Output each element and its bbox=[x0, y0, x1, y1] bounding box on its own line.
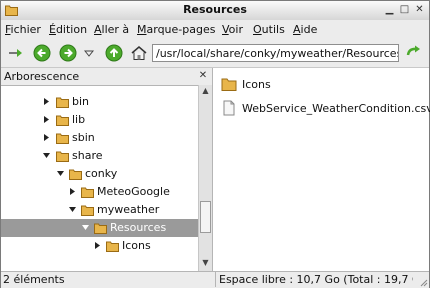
folder-open-icon bbox=[56, 151, 69, 162]
tree-item-label: MeteoGoogle bbox=[97, 185, 170, 198]
forward-icon[interactable] bbox=[59, 44, 77, 62]
tree-item-bin[interactable]: bin bbox=[1, 93, 198, 111]
title-bar[interactable]: Resources ▁ □ ✕ bbox=[1, 1, 429, 21]
back-icon[interactable] bbox=[33, 44, 51, 62]
tree-scrollbar[interactable]: ▲ ▼ bbox=[198, 85, 212, 271]
folder-icon bbox=[56, 115, 69, 126]
status-bar: 2 éléments Espace libre : 10,7 Go (Total… bbox=[1, 271, 429, 288]
expand-arrow-icon[interactable] bbox=[42, 97, 51, 106]
tree-item-conky[interactable]: conky bbox=[1, 165, 198, 183]
up-icon[interactable] bbox=[105, 44, 123, 62]
side-panel: Arborescence ✕ bin lib sbin share conky … bbox=[1, 68, 213, 271]
tree-item-share[interactable]: share bbox=[1, 147, 198, 165]
collapse-arrow-icon[interactable] bbox=[68, 205, 77, 214]
tree-item-label: share bbox=[72, 149, 103, 162]
folder-open-icon bbox=[94, 223, 107, 234]
minimize-icon[interactable]: ▁ bbox=[383, 3, 396, 16]
folder-icon bbox=[56, 133, 69, 144]
tree-item-label: Icons bbox=[122, 239, 151, 252]
menu-aller[interactable]: Aller à bbox=[94, 23, 129, 36]
expand-arrow-icon[interactable] bbox=[42, 133, 51, 142]
menu-fichier[interactable]: Fichier bbox=[5, 23, 41, 36]
close-icon[interactable]: ✕ bbox=[413, 3, 426, 16]
directory-tree: bin lib sbin share conky MeteoGoogle myw… bbox=[1, 85, 198, 271]
tree-item-lib[interactable]: lib bbox=[1, 111, 198, 129]
expand-arrow-icon[interactable] bbox=[68, 187, 77, 196]
folder-icon bbox=[221, 78, 237, 91]
tree-item-label: conky bbox=[85, 167, 118, 180]
collapse-arrow-icon[interactable] bbox=[42, 151, 51, 160]
toggle-panel-icon[interactable] bbox=[7, 44, 25, 62]
location-bar[interactable] bbox=[152, 44, 399, 62]
scroll-down-icon[interactable]: ▼ bbox=[200, 258, 211, 270]
tree-item-meteogoogle[interactable]: MeteoGoogle bbox=[1, 183, 198, 201]
tree-item-sbin[interactable]: sbin bbox=[1, 129, 198, 147]
menu-edition[interactable]: Édition bbox=[49, 23, 87, 36]
window-title: Resources bbox=[183, 3, 247, 16]
scroll-up-icon[interactable]: ▲ bbox=[200, 86, 211, 98]
folder-icon bbox=[81, 187, 94, 198]
collapse-arrow-icon[interactable] bbox=[81, 223, 90, 232]
file-name: WebService_WeatherCondition.csv bbox=[242, 102, 430, 115]
menu-aide[interactable]: Aide bbox=[293, 23, 317, 36]
file-view: Icons WebService_WeatherCondition.csv bbox=[213, 68, 430, 271]
folder-icon bbox=[106, 241, 119, 252]
file-manager-window: Resources ▁ □ ✕ Fichier Édition Aller à … bbox=[0, 0, 430, 288]
side-panel-header: Arborescence ✕ bbox=[1, 68, 212, 86]
tree-item-resources[interactable]: Resources bbox=[1, 219, 198, 237]
scrollbar-thumb[interactable] bbox=[200, 201, 211, 233]
tree-item-label: Resources bbox=[110, 221, 167, 234]
maximize-icon[interactable]: □ bbox=[398, 3, 411, 16]
file-name: Icons bbox=[242, 78, 271, 91]
resize-grip-icon[interactable] bbox=[418, 277, 428, 287]
tree-item-label: bin bbox=[72, 95, 90, 108]
tree-item-label: myweather bbox=[97, 203, 160, 216]
folder-icon bbox=[56, 97, 69, 108]
collapse-arrow-icon[interactable] bbox=[56, 169, 65, 178]
folder-open-icon bbox=[69, 169, 82, 180]
file-item-csv[interactable]: WebService_WeatherCondition.csv bbox=[221, 100, 430, 118]
history-dropdown-icon[interactable] bbox=[83, 44, 95, 62]
expand-arrow-icon[interactable] bbox=[93, 241, 102, 250]
menu-voir[interactable]: Voir bbox=[222, 23, 243, 36]
tree-item-myweather[interactable]: myweather bbox=[1, 201, 198, 219]
expand-arrow-icon[interactable] bbox=[42, 115, 51, 124]
home-icon[interactable] bbox=[130, 44, 148, 62]
go-icon[interactable] bbox=[405, 44, 423, 62]
menu-marque-pages[interactable]: Marque-pages bbox=[137, 23, 215, 36]
location-input[interactable] bbox=[153, 45, 398, 60]
close-panel-icon[interactable]: ✕ bbox=[197, 70, 209, 82]
tree-item-icons[interactable]: Icons bbox=[1, 237, 198, 255]
item-count: 2 éléments bbox=[3, 273, 65, 286]
menu-bar: Fichier Édition Aller à Marque-pages Voi… bbox=[1, 20, 429, 39]
menu-outils[interactable]: Outils bbox=[253, 23, 285, 36]
file-item-icons[interactable]: Icons bbox=[221, 76, 426, 94]
tree-item-label: sbin bbox=[72, 131, 95, 144]
document-icon bbox=[223, 100, 235, 116]
free-space: Espace libre : 10,7 Go (Total : 19,7 Go) bbox=[215, 272, 413, 287]
tree-item-label: lib bbox=[72, 113, 86, 126]
side-panel-title: Arborescence bbox=[4, 70, 80, 83]
folder-open-icon bbox=[81, 205, 94, 216]
